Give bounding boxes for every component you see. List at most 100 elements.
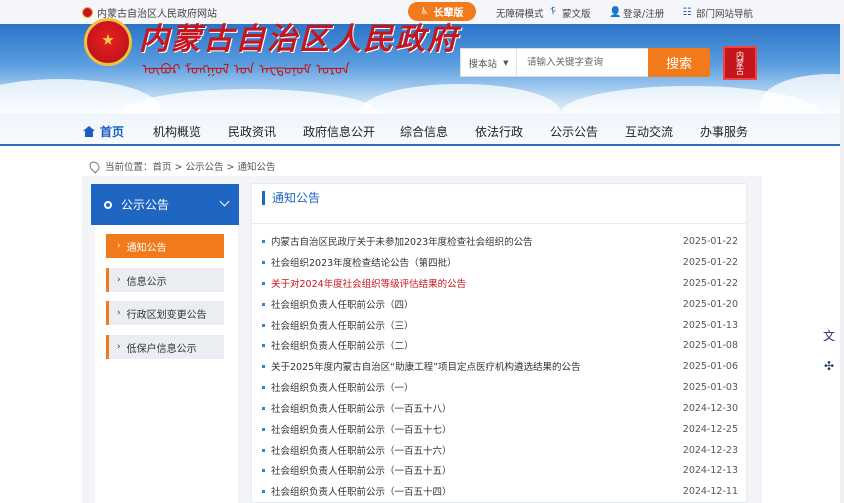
list-item[interactable]: 社会组织2023年度检查结论公告（第四批） 2025-01-22 <box>262 253 738 271</box>
caret-down-icon: ▼ <box>503 58 509 67</box>
translate-icon[interactable]: 文 <box>818 324 840 346</box>
list-item-date: 2024-12-30 <box>682 402 738 414</box>
search-scope-select[interactable]: 搜本站 ▼ <box>461 49 517 76</box>
divider <box>252 223 746 224</box>
dept-nav-label: 部门网站导航 <box>696 9 754 20</box>
sidebar-header[interactable]: 公示公告 <box>91 184 239 225</box>
bullet-icon <box>262 302 265 306</box>
list-item-title[interactable]: 社会组织负责人任职前公示（三） <box>271 318 678 332</box>
cloud-decoration <box>760 74 844 114</box>
nav-item-notices[interactable]: 公示公告 <box>550 123 598 140</box>
sidebar-item-info[interactable]: › 信息公示 <box>106 268 224 292</box>
bullet-icon <box>262 239 265 243</box>
bullet-icon <box>262 323 265 327</box>
search-button[interactable]: 搜索 <box>648 48 710 77</box>
list-item-date: 2025-01-06 <box>682 360 738 372</box>
mongolian-link[interactable]: ᠮ 蒙文版 <box>548 6 591 21</box>
list-item-title[interactable]: 社会组织负责人任职前公示（四） <box>271 297 678 311</box>
nav-item-law[interactable]: 依法行政 <box>475 123 523 140</box>
search-input[interactable] <box>517 49 647 76</box>
emblem-icon <box>82 7 93 18</box>
login-link[interactable]: 👤 登录/注册 <box>609 6 664 21</box>
list-item-date: 2025-01-22 <box>682 256 738 268</box>
dept-nav-link[interactable]: ☷ 部门网站导航 <box>682 6 754 21</box>
list-item[interactable]: 社会组织负责人任职前公示（三） 2025-01-13 <box>262 316 738 334</box>
nav-item-news[interactable]: 民政资讯 <box>228 123 276 140</box>
search-scope-label: 搜本站 <box>468 58 498 70</box>
arrow-right-icon: › <box>117 308 121 318</box>
list-item-title[interactable]: 社会组织负责人任职前公示（一） <box>271 380 678 394</box>
list-item-title[interactable]: 关于对2024年度社会组织等级评估结果的公告 <box>271 276 678 290</box>
list-item-title[interactable]: 社会组织负责人任职前公示（一百五十八） <box>271 401 678 415</box>
accessibility-link[interactable]: 无障碍模式 <box>496 6 544 20</box>
list-item-title[interactable]: 社会组织2023年度检查结论公告（第四批） <box>271 255 678 269</box>
list-item-date: 2025-01-08 <box>682 339 738 351</box>
arrow-right-icon: › <box>117 275 121 285</box>
arrow-right-icon: › <box>117 342 121 352</box>
main-nav: 首页 机构概览 民政资讯 政府信息公开 综合信息 依法行政 公示公告 互动交流 … <box>0 114 844 146</box>
list-item-title[interactable]: 社会组织负责人任职前公示（一百五十七） <box>271 422 678 436</box>
breadcrumb-path[interactable]: 首页 > 公示公告 > 通知公告 <box>153 159 276 173</box>
list-item[interactable]: 社会组织负责人任职前公示（一） 2025-01-03 <box>262 378 738 396</box>
nav-item-home[interactable]: 首页 <box>83 123 124 140</box>
list-item[interactable]: 社会组织负责人任职前公示（四） 2025-01-20 <box>262 295 738 313</box>
nav-item-org[interactable]: 机构概览 <box>153 123 201 140</box>
list-item[interactable]: 社会组织负责人任职前公示（一百五十五） 2024-12-13 <box>262 461 738 479</box>
list-item-date: 2024-12-11 <box>682 485 738 497</box>
sidebar-item-label: 通知公告 <box>126 242 167 254</box>
bullet-icon <box>262 281 265 285</box>
list-item-title[interactable]: 社会组织负责人任职前公示（一百五十五） <box>271 463 678 477</box>
chevron-down-icon <box>219 196 230 207</box>
list-item-date: 2024-12-13 <box>682 464 738 476</box>
nav-item-interaction[interactable]: 互动交流 <box>625 123 673 140</box>
list-item[interactable]: 社会组织负责人任职前公示（一百五十四） 2024-12-11 <box>262 482 738 500</box>
list-item-title[interactable]: 社会组织负责人任职前公示（一百五十四） <box>271 484 678 498</box>
list-item[interactable]: 关于2025年度内蒙古自治区“助康工程”项目定点医疗机构遴选结果的公告 2025… <box>262 357 738 375</box>
bullet-icon <box>262 448 265 452</box>
circle-icon <box>104 200 112 209</box>
user-icon: 👤 <box>609 7 622 18</box>
list-item-title[interactable]: 社会组织负责人任职前公示（二） <box>271 338 678 352</box>
accessibility-label: 无障碍模式 <box>496 9 544 20</box>
search-box: 搜本站 ▼ <box>460 48 650 77</box>
list-item-title[interactable]: 关于2025年度内蒙古自治区“助康工程”项目定点医疗机构遴选结果的公告 <box>271 359 678 373</box>
cloud-decoration <box>360 84 560 114</box>
sidebar-item-low-income[interactable]: › 低保户信息公示 <box>106 335 224 359</box>
list-item-highlighted[interactable]: 关于对2024年度社会组织等级评估结果的公告 2025-01-22 <box>262 274 738 292</box>
sidebar-item-division-change[interactable]: › 行政区划变更公告 <box>106 301 224 325</box>
list-item[interactable]: 社会组织负责人任职前公示（一百五十六） 2024-12-23 <box>262 441 738 459</box>
list-item-date: 2025-01-03 <box>682 381 738 393</box>
bullet-icon <box>262 385 265 389</box>
arrow-right-icon: › <box>117 241 121 251</box>
mongolian-script-icon: ᠮ <box>549 7 557 18</box>
nav-item-gov-info[interactable]: 政府信息公开 <box>303 123 375 140</box>
network-icon[interactable]: ✣ <box>818 355 840 377</box>
list-item-date: 2025-01-13 <box>682 319 738 331</box>
sidebar-panel <box>95 225 238 503</box>
list-item[interactable]: 内蒙古自治区民政厅关于未参加2023年度检查社会组织的公告 2025-01-22 <box>262 232 738 250</box>
nav-item-services[interactable]: 办事服务 <box>700 123 748 140</box>
list-item-title[interactable]: 内蒙古自治区民政厅关于未参加2023年度检查社会组织的公告 <box>271 234 678 248</box>
site-title[interactable]: 内蒙古自治区人民政府 <box>139 14 459 58</box>
list-item-date: 2025-01-22 <box>682 277 738 289</box>
bullet-icon <box>262 406 265 410</box>
list-item[interactable]: 社会组织负责人任职前公示（二） 2025-01-08 <box>262 336 738 354</box>
bullet-icon <box>262 468 265 472</box>
sidebar-item-notices[interactable]: › 通知公告 <box>106 234 224 258</box>
list-item-title[interactable]: 社会组织负责人任职前公示（一百五十六） <box>271 443 678 457</box>
scrollbar[interactable] <box>840 24 844 503</box>
list-item[interactable]: 社会组织负责人任职前公示（一百五十八） 2024-12-30 <box>262 399 738 417</box>
location-pin-icon <box>87 158 102 174</box>
nav-item-general[interactable]: 综合信息 <box>400 123 448 140</box>
sidebar-item-label: 行政区划变更公告 <box>126 309 207 321</box>
list-item-date: 2024-12-25 <box>682 423 738 435</box>
cloud-decoration <box>120 89 380 114</box>
national-emblem[interactable] <box>84 18 132 66</box>
mongolian-label: 蒙文版 <box>562 9 591 20</box>
nav-label: 首页 <box>100 125 125 139</box>
list-item[interactable]: 社会组织负责人任职前公示（一百五十七） 2024-12-25 <box>262 420 738 438</box>
mongolian-seal-logo[interactable]: 内蒙古 <box>723 46 757 80</box>
main-title: 通知公告 <box>262 191 320 205</box>
sidebar-title: 公示公告 <box>121 198 170 212</box>
list-item-date: 2025-01-22 <box>682 235 738 247</box>
